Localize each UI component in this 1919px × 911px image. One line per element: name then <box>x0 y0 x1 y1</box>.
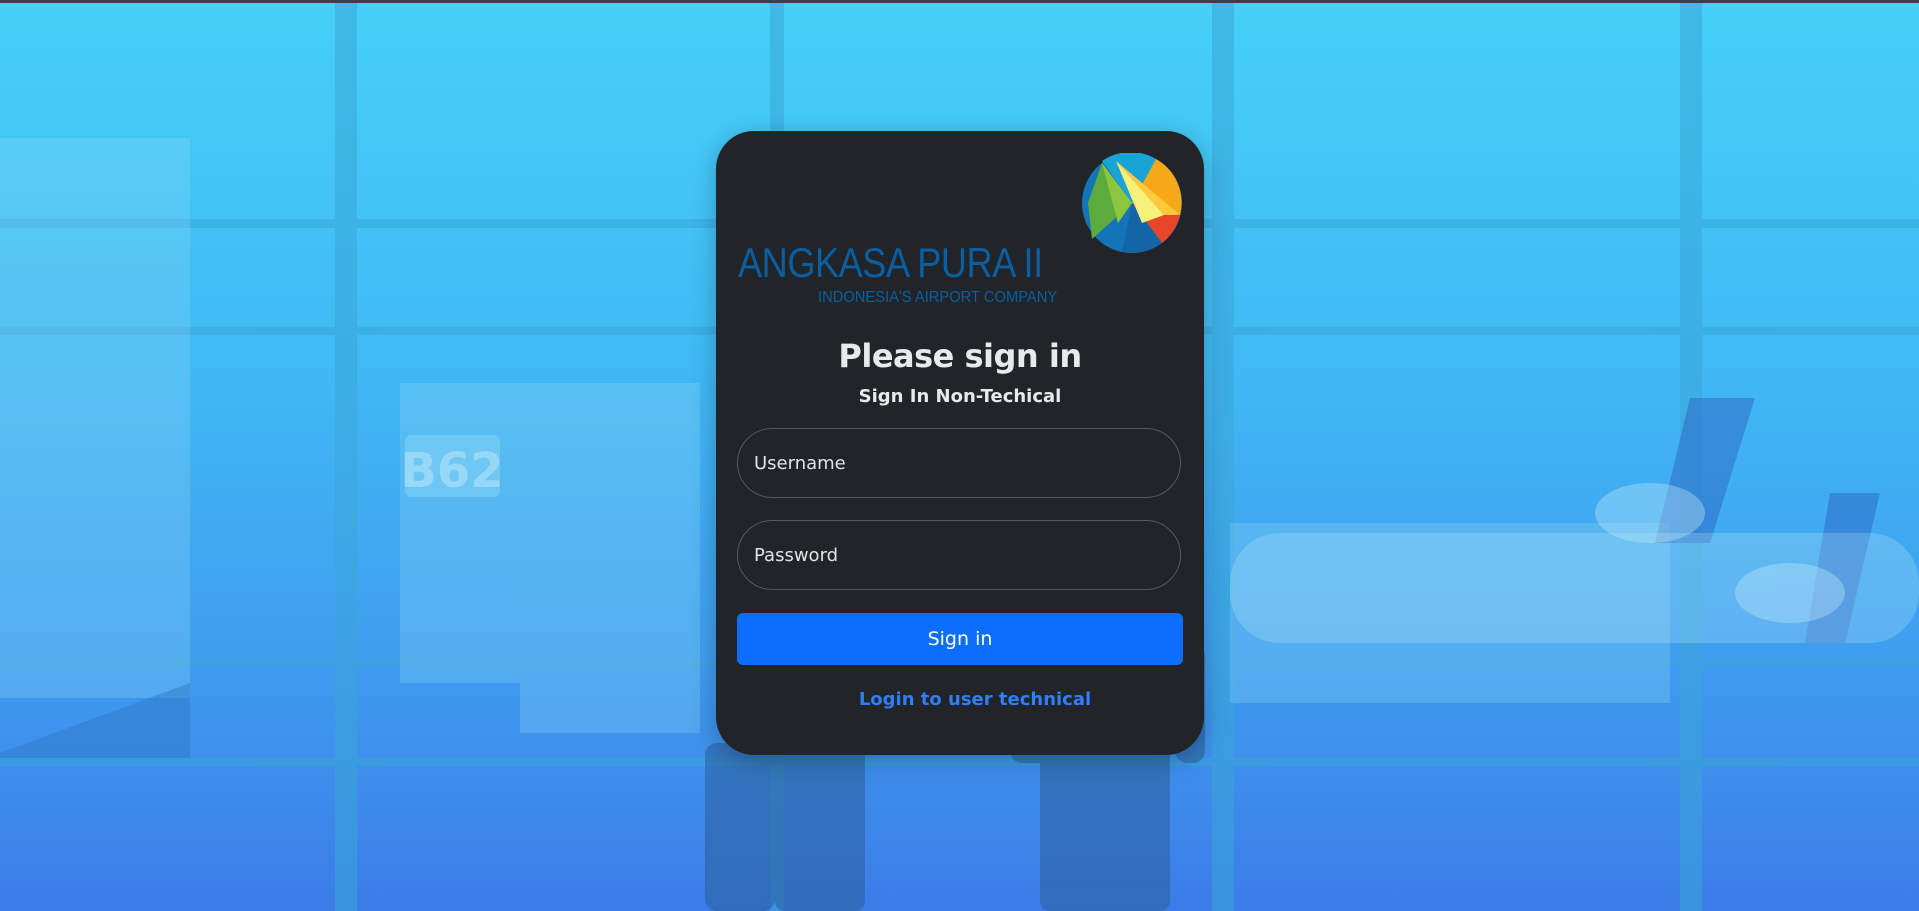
brand-tagline: INDONESIA'S AIRPORT COMPANY <box>818 289 1058 306</box>
page-title: Please sign in <box>838 337 1082 375</box>
sign-in-button[interactable]: Sign in <box>737 613 1183 665</box>
angkasa-pura-logo-icon <box>1082 153 1182 253</box>
page-subtitle: Sign In Non-Techical <box>858 386 1062 407</box>
brand-wordmark: ANGKASA PURA II INDONESIA'S AIRPORT COMP… <box>738 239 1078 309</box>
login-card: ANGKASA PURA II INDONESIA'S AIRPORT COMP… <box>716 131 1204 755</box>
password-field[interactable] <box>737 520 1181 590</box>
brand-name: ANGKASA PURA II <box>738 239 1043 286</box>
username-field[interactable] <box>737 428 1181 498</box>
gate-sign-text: B62 <box>400 443 503 499</box>
login-technical-link[interactable]: Login to user technical <box>716 689 1204 710</box>
